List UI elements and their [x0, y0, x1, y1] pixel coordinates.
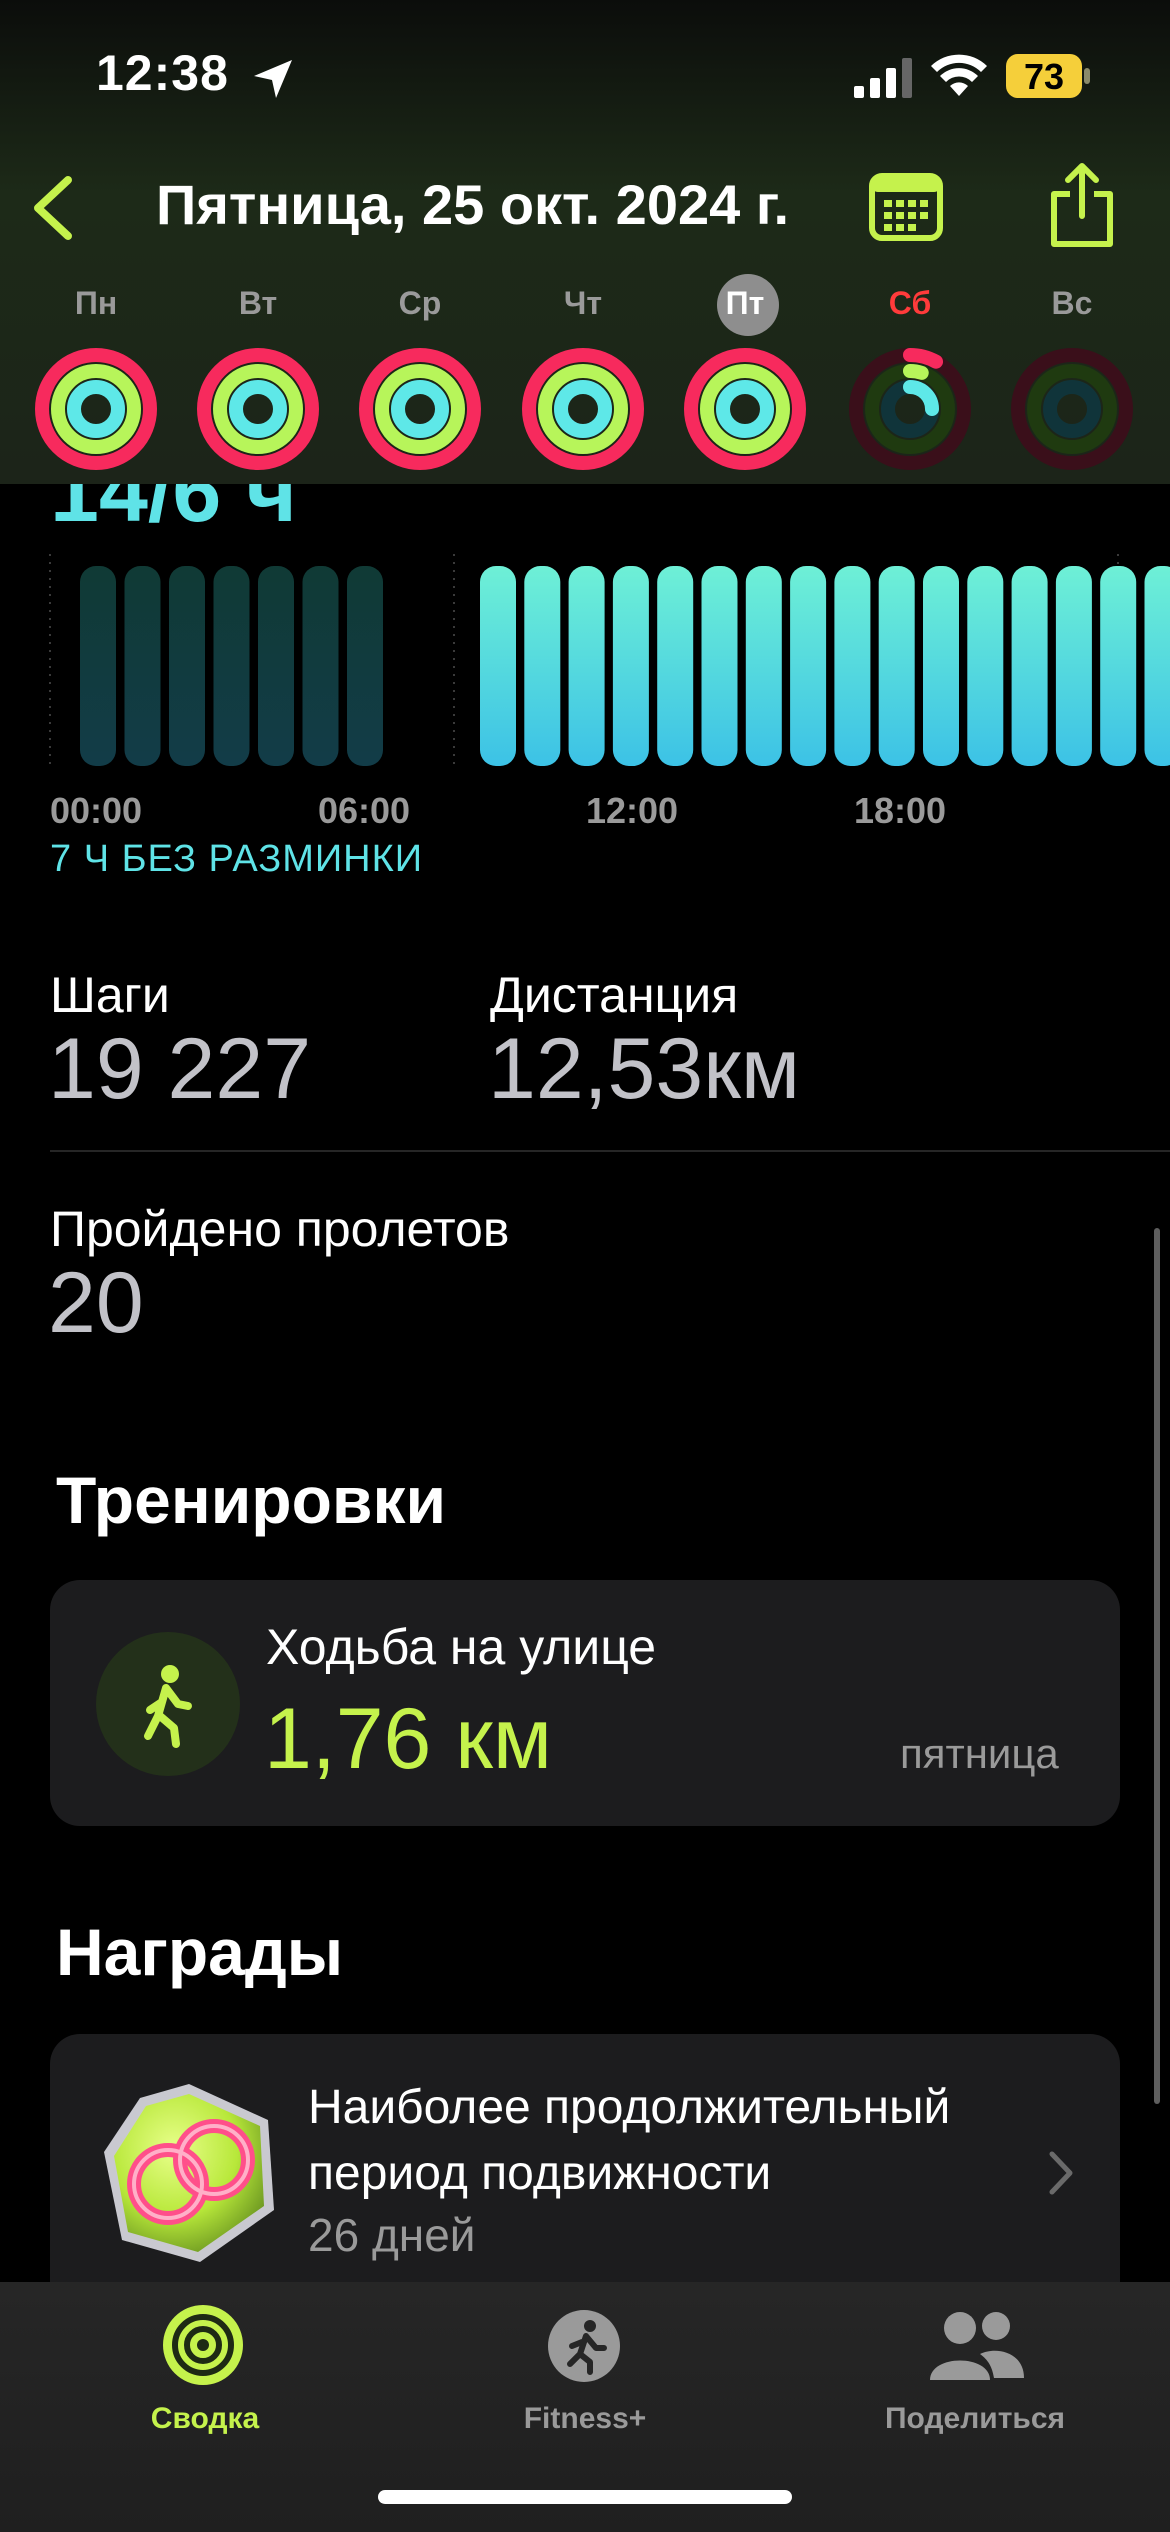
tab-share-label: Поделиться — [884, 2402, 1066, 2435]
flights-label: Пройдено пролетов — [50, 1201, 510, 1257]
tick-label-1200: 12:00 — [586, 790, 679, 831]
chevron-right-icon — [1049, 2151, 1073, 2195]
day-label[interactable]: Пн — [46, 285, 146, 322]
stand-hour-bar — [124, 566, 161, 766]
stand-hour-bar — [834, 566, 871, 766]
stand-hour-bar — [1144, 566, 1170, 766]
day-label[interactable]: Ср — [370, 285, 470, 322]
day-activity-rings[interactable] — [32, 345, 160, 473]
cellular-signal-icon — [854, 58, 912, 98]
tick-label-0600: 06:00 — [318, 790, 411, 831]
stand-hour-bar — [878, 566, 915, 766]
stand-hour-bar — [213, 566, 250, 766]
activity-rings-icon — [197, 348, 319, 470]
stand-hour-bar — [701, 566, 738, 766]
stand-hour-bar — [568, 566, 605, 766]
tab-fitness-plus[interactable]: Fitness+ — [470, 2290, 700, 2435]
day-activity-rings[interactable] — [194, 345, 322, 473]
walking-icon — [144, 1665, 192, 1748]
activity-rings-icon — [163, 2305, 243, 2385]
day-label[interactable]: Вт — [208, 285, 308, 322]
day-label[interactable]: Чт — [533, 285, 633, 322]
day-activity-rings[interactable] — [1008, 345, 1136, 473]
workout-distance: 1,76 км — [264, 1691, 553, 1787]
steps-value: 19 227 — [48, 1021, 312, 1117]
tab-summary-label: Сводка — [150, 2402, 260, 2435]
activity-rings-icon — [522, 348, 644, 470]
stand-hour-bar — [612, 566, 649, 766]
battery-indicator: 73 — [1006, 54, 1092, 98]
tab-fitness-plus-label: Fitness+ — [523, 2402, 647, 2435]
stand-hour-bar — [80, 566, 116, 766]
share-button[interactable] — [1046, 160, 1118, 250]
award-days: 26 дней — [308, 2209, 476, 2261]
tick-label-1800: 18:00 — [854, 790, 947, 831]
tab-share[interactable]: Поделиться — [850, 2290, 1100, 2435]
page-title: Пятница, 25 окт. 2024 г. — [156, 173, 790, 236]
distance-value: 12,53км — [488, 1021, 800, 1117]
activity-rings-icon — [849, 348, 971, 470]
fitness-plus-icon — [548, 2310, 620, 2382]
stand-hour-bar — [967, 566, 1004, 766]
stand-hour-bar — [1100, 566, 1137, 766]
home-indicator — [378, 2490, 792, 2504]
workouts-title: Тренировки — [56, 1463, 447, 1537]
stand-hour-bar — [923, 566, 959, 766]
stand-hour-bar — [745, 566, 782, 766]
stand-hour-bar — [480, 566, 516, 766]
workout-icon-bg — [96, 1632, 240, 1776]
stand-hour-bar — [657, 566, 694, 766]
calendar-button[interactable] — [866, 166, 946, 246]
divider — [50, 1150, 1170, 1152]
workout-day: пятница — [900, 1730, 1059, 1777]
stand-hours-chart — [49, 554, 1170, 768]
day-activity-rings[interactable] — [846, 345, 974, 473]
stand-hour-bar — [790, 566, 827, 766]
stand-hour-bar — [169, 566, 205, 766]
day-label[interactable]: Вс — [1022, 285, 1122, 322]
people-icon — [930, 2312, 1024, 2380]
back-button[interactable] — [20, 168, 90, 248]
day-activity-rings[interactable] — [356, 345, 484, 473]
stand-hour-bar — [1011, 566, 1048, 766]
no-warmup-text: 7 Ч БЕЗ РАЗМИНКИ — [50, 838, 424, 880]
day-label[interactable]: Пт — [695, 285, 795, 322]
activity-rings-icon — [35, 348, 157, 470]
battery-percentage: 73 — [1023, 56, 1065, 97]
activity-rings-icon — [359, 348, 481, 470]
location-arrow-icon — [254, 60, 292, 98]
day-label[interactable]: Сб — [860, 285, 960, 322]
stand-hour-bar — [258, 566, 294, 766]
tick-label-0000: 00:00 — [50, 790, 143, 831]
distance-label: Дистанция — [490, 967, 739, 1023]
awards-title: Награды — [56, 1915, 344, 1989]
stand-hour-bar — [347, 566, 383, 766]
award-title-line2: период подвижности — [308, 2147, 772, 2200]
stand-hour-bar — [1055, 566, 1092, 766]
wifi-icon — [931, 54, 987, 96]
activity-rings-icon — [684, 348, 806, 470]
award-badge-icon — [104, 2084, 274, 2262]
stand-hour-bar — [302, 566, 339, 766]
activity-rings-icon — [1011, 348, 1133, 470]
award-title-line1: Наиболее продолжительный — [308, 2081, 951, 2134]
scrollbar[interactable] — [1154, 1228, 1160, 2104]
stand-hour-bar — [524, 566, 561, 766]
flights-value: 20 — [48, 1255, 144, 1351]
status-time: 12:38 — [96, 45, 229, 101]
steps-label: Шаги — [50, 967, 170, 1023]
day-activity-rings[interactable] — [519, 345, 647, 473]
tab-summary[interactable]: Сводка — [90, 2290, 320, 2435]
workout-name: Ходьба на улице — [266, 1619, 657, 1675]
day-activity-rings[interactable] — [681, 345, 809, 473]
